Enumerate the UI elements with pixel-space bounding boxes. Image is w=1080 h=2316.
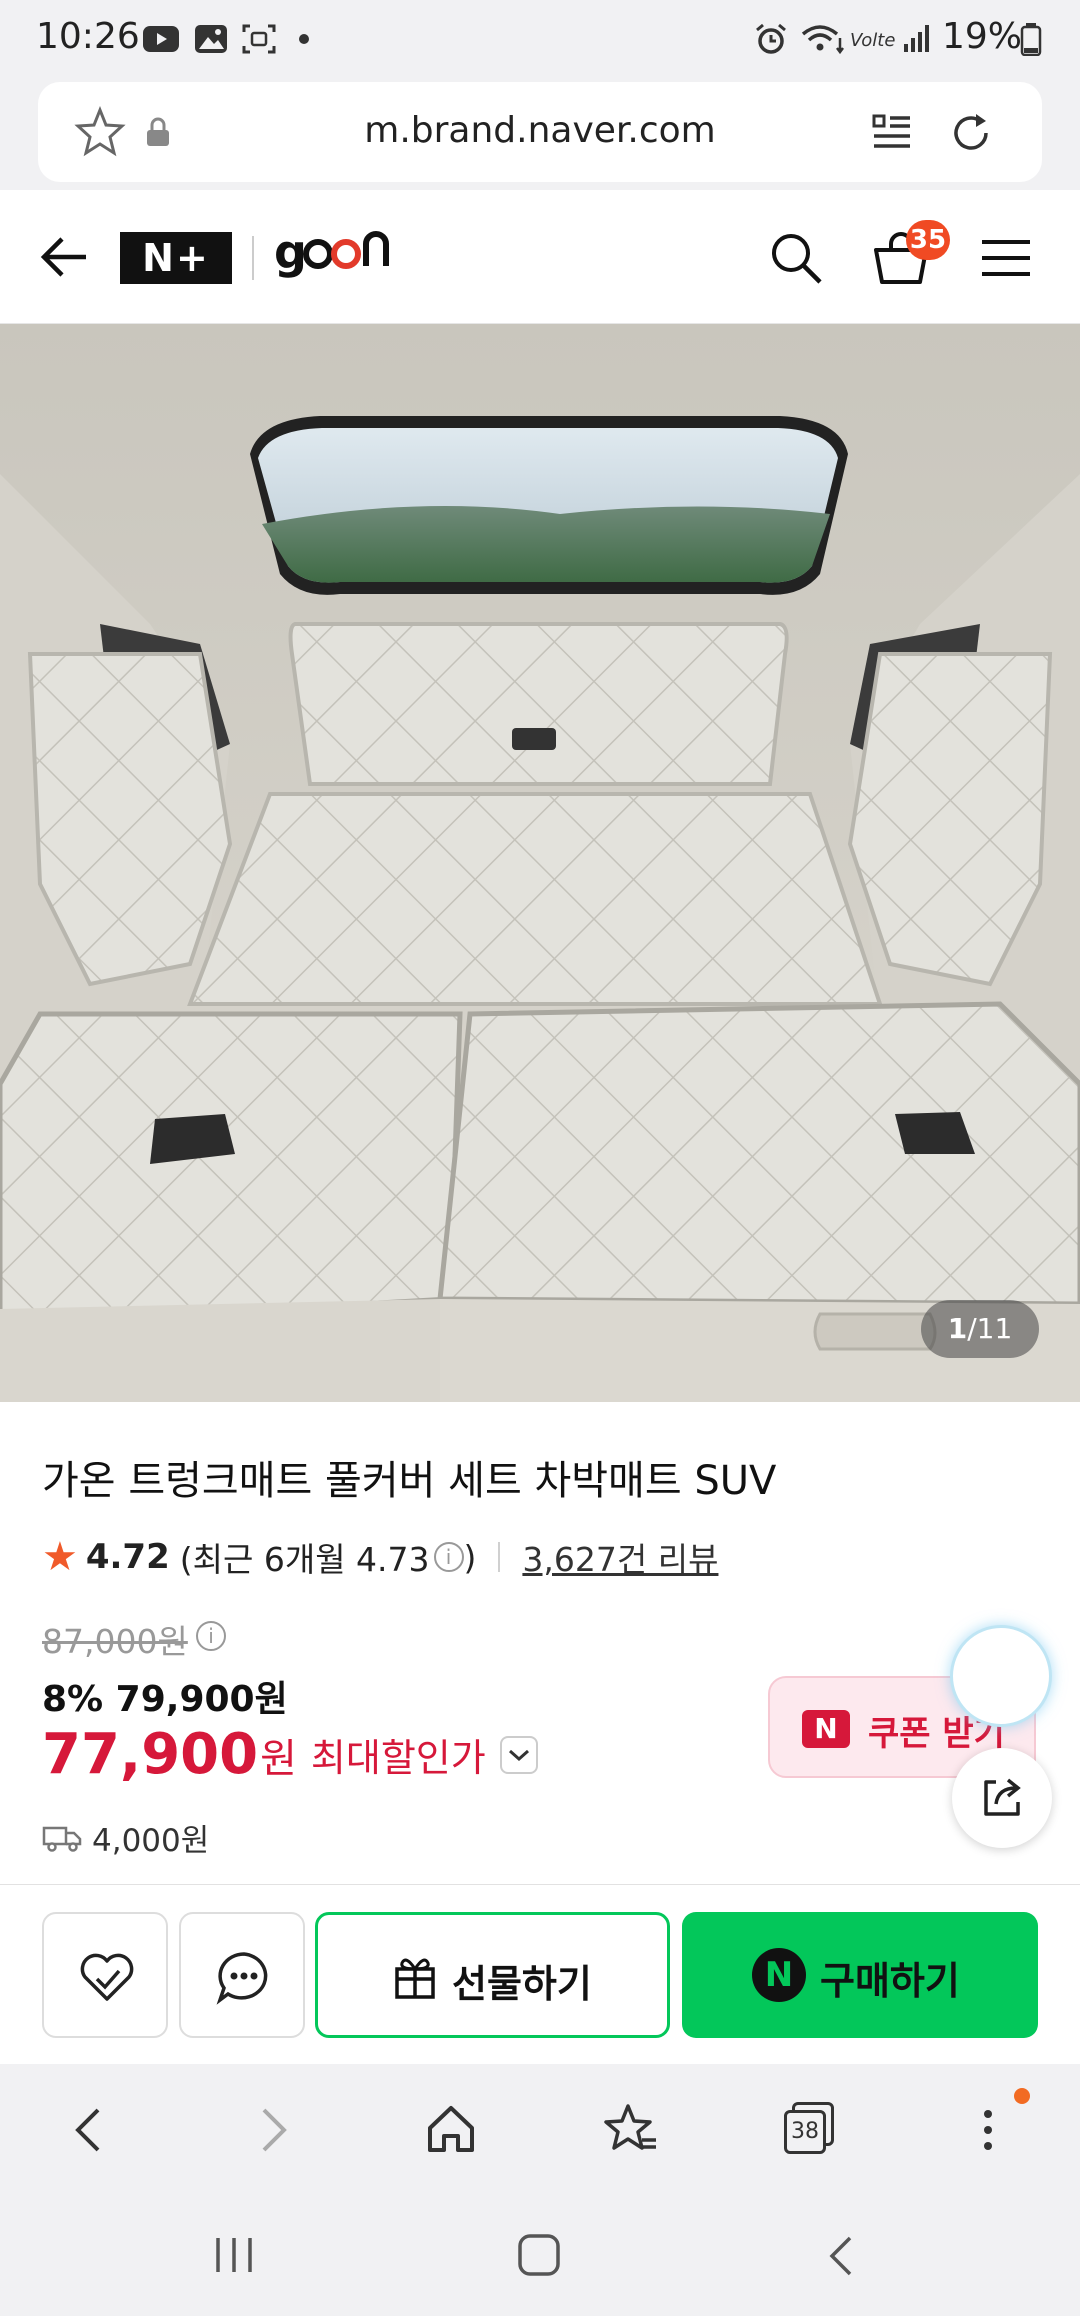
battery-icon [1020, 23, 1042, 56]
shipping-row: 4,000원 [42, 1815, 209, 1860]
volte-icon: Volte [850, 30, 895, 51]
buy-button[interactable]: N 구매하기 [682, 1912, 1038, 2038]
system-navigation-bar [0, 2194, 1080, 2316]
recent-apps-icon[interactable] [210, 2232, 260, 2278]
wifi-icon [801, 25, 844, 55]
gift-label: 선물하기 [452, 1962, 592, 2006]
youtube-icon [143, 26, 179, 52]
recent-rating-close: ) [463, 1537, 477, 1577]
shipping-fee: 4,000원 [92, 1823, 210, 1859]
svg-text:Volte: Volte [850, 30, 895, 51]
gallery-icon [195, 25, 227, 53]
wishlist-button[interactable] [42, 1912, 168, 2038]
signal-icon [904, 25, 929, 52]
site-header: N+ g 35 [0, 190, 1080, 324]
image-counter-total: /11 [967, 1312, 1013, 1345]
star-icon: ★ [42, 1534, 78, 1580]
image-counter: 1/11 [921, 1300, 1039, 1358]
floating-assistant-button[interactable] [950, 1625, 1052, 1727]
max-discount-price: 77,900 [42, 1722, 259, 1787]
recent-rating: (최근 6개월 4.73 [179, 1540, 430, 1579]
status-time: 10:26 [36, 16, 140, 57]
battery-percent: 19% [942, 16, 1023, 57]
image-counter-current: 1 [947, 1312, 968, 1345]
rating-score: 4.72 [85, 1537, 170, 1577]
svg-text:g: g [274, 226, 305, 279]
delivery-truck-icon [42, 1826, 82, 1852]
browser-toolbar: 38 [0, 2064, 1080, 2194]
reader-icon[interactable] [870, 110, 914, 154]
system-back-icon[interactable] [822, 2232, 862, 2280]
dot-icon [299, 34, 309, 44]
price-info-icon[interactable]: i [196, 1621, 226, 1651]
share-button[interactable] [952, 1748, 1052, 1848]
rating-divider [498, 1542, 501, 1572]
product-image[interactable] [0, 324, 1080, 1402]
buy-label: 구매하기 [820, 1959, 960, 2003]
max-discount-row[interactable]: 77,900 원 최대할인가 [42, 1722, 538, 1787]
max-discount-label: 최대할인가 [310, 1736, 486, 1780]
bookmarks-icon[interactable] [602, 2100, 660, 2158]
chat-bubble-icon [216, 1952, 268, 2005]
gift-icon [395, 1958, 435, 1999]
discount-rate: 8% [42, 1679, 104, 1720]
naver-plus-logo[interactable]: N+ [120, 232, 232, 284]
gaon-brand-logo[interactable]: g [274, 226, 398, 286]
trunk-mat-photo [0, 324, 1080, 1402]
logo-divider [252, 236, 254, 280]
max-discount-won: 원 [260, 1735, 297, 1782]
cart-badge: 35 [906, 220, 950, 260]
more-options-icon[interactable] [976, 2102, 1006, 2160]
sale-price: 79,900원 [115, 1679, 288, 1720]
info-icon[interactable]: i [433, 1542, 464, 1572]
naver-n-icon: N [802, 1710, 850, 1748]
browser-back-icon[interactable] [66, 2104, 112, 2156]
heart-icon [80, 1953, 134, 2001]
url-bar[interactable]: m.brand.naver.com [38, 82, 1042, 182]
back-arrow-icon[interactable] [38, 234, 90, 280]
alarm-icon [756, 23, 786, 54]
chevron-down-icon[interactable] [499, 1735, 538, 1774]
notification-dot [1014, 2088, 1030, 2104]
browser-forward-icon[interactable] [250, 2104, 296, 2156]
talk-button[interactable] [179, 1912, 305, 2038]
status-bar: 10:26 Volte 19% [0, 0, 1080, 78]
home-icon[interactable] [424, 2102, 478, 2156]
product-title: 가온 트렁크매트 풀커버 세트 차박매트 SUV [42, 1458, 777, 1504]
menu-icon[interactable] [980, 236, 1032, 280]
gift-button[interactable]: 선물하기 [315, 1912, 670, 2038]
search-icon[interactable] [768, 230, 824, 286]
tabs-button[interactable]: 38 [784, 2102, 834, 2154]
tabs-count: 38 [784, 2110, 826, 2154]
sale-price-row: 8% 79,900원 [42, 1670, 288, 1722]
reload-icon[interactable] [946, 108, 996, 158]
review-count-link[interactable]: 3,627건 리뷰 [522, 1533, 718, 1581]
home-button-icon[interactable] [514, 2230, 564, 2280]
naver-pay-icon: N [752, 1948, 806, 2002]
screenshot-icon [242, 24, 276, 54]
share-icon [984, 1778, 1021, 1816]
rating-row: ★ 4.72 (최근 6개월 4.73 i ) 3,627건 리뷰 [42, 1532, 718, 1582]
original-price: 87,000원 [42, 1622, 188, 1661]
